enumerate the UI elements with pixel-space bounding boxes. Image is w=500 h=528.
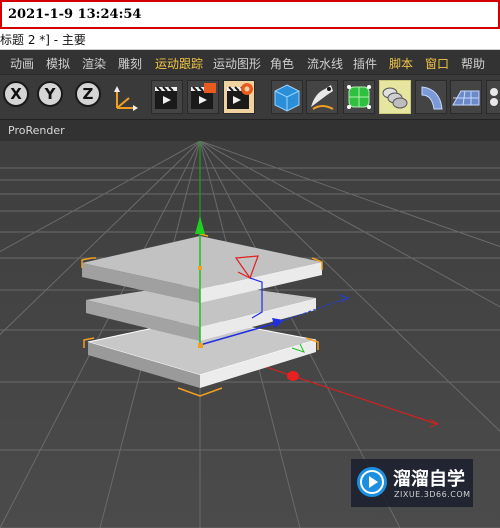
window-title: 标题 2 *] - 主要 [0,33,86,47]
floor-plane-icon [452,90,480,106]
render-picture-viewer-button[interactable] [187,80,219,114]
menu-item-animation[interactable]: 动画 [10,55,34,72]
menu-item-window[interactable]: 窗口 [425,55,449,72]
render-view-button[interactable] [151,80,183,114]
menu-item-plugins[interactable]: 插件 [353,55,377,72]
menu-item-pipeline[interactable]: 流水线 [307,55,343,72]
site-watermark: 溜溜自学 ZIXUE.3D66.COM [351,459,473,507]
window-title-bar: 标题 2 *] - 主要 [0,29,500,50]
menu-item-simulate[interactable]: 模拟 [46,55,70,72]
subdivision-surface-icon [347,85,371,109]
subdivision-surface-button[interactable] [343,80,375,114]
coordinate-system-icon [114,86,138,111]
play-icon [357,467,387,497]
prorender-panel-header[interactable]: ProRender [0,119,500,143]
coordinate-system-button[interactable] [109,80,141,114]
array-cloner-icon [382,87,408,109]
render-settings-icon [227,83,253,109]
watermark-title: 溜溜自学 [393,469,465,490]
array-cloner-button[interactable] [379,80,411,114]
floor-plane-button[interactable] [450,80,482,114]
deformer-bend-icon [421,86,443,110]
menu-item-mograph[interactable]: 运动图形 [213,55,261,72]
menu-bar: 动画 模拟 渲染 雕刻 运动跟踪 运动图形 角色 流水线 插件 脚本 窗口 帮助 [0,50,500,74]
render-view-icon [155,86,177,109]
cube-primitive-button[interactable] [271,80,303,114]
pen-spline-icon [311,85,334,110]
menu-item-character[interactable]: 角色 [270,55,294,72]
camera-button[interactable] [486,80,500,114]
menu-item-sculpt[interactable]: 雕刻 [118,55,142,72]
camera-icon [490,88,498,106]
menu-item-render[interactable]: 渲染 [82,55,106,72]
timestamp-text: 2021-1-9 13:24:54 [8,7,142,22]
main-toolbar: X Y Z [0,74,500,120]
render-to-picture-viewer-icon [191,83,216,109]
deformer-bend-button[interactable] [415,80,447,114]
cube-primitive-icon [274,84,300,112]
x-axis-lock-button[interactable]: X [3,81,29,107]
pen-spline-button[interactable] [306,80,338,114]
menu-item-help[interactable]: 帮助 [461,55,485,72]
watermark-subtitle: ZIXUE.3D66.COM [394,490,471,499]
menu-item-motion-tracking[interactable]: 运动跟踪 [155,55,203,72]
timestamp-overlay: 2021-1-9 13:24:54 [0,0,500,29]
y-axis-lock-button[interactable]: Y [37,81,63,107]
z-axis-lock-button[interactable]: Z [75,81,101,107]
prorender-label: ProRender [8,124,65,137]
menu-item-script[interactable]: 脚本 [389,55,413,72]
render-settings-button[interactable] [223,80,255,114]
